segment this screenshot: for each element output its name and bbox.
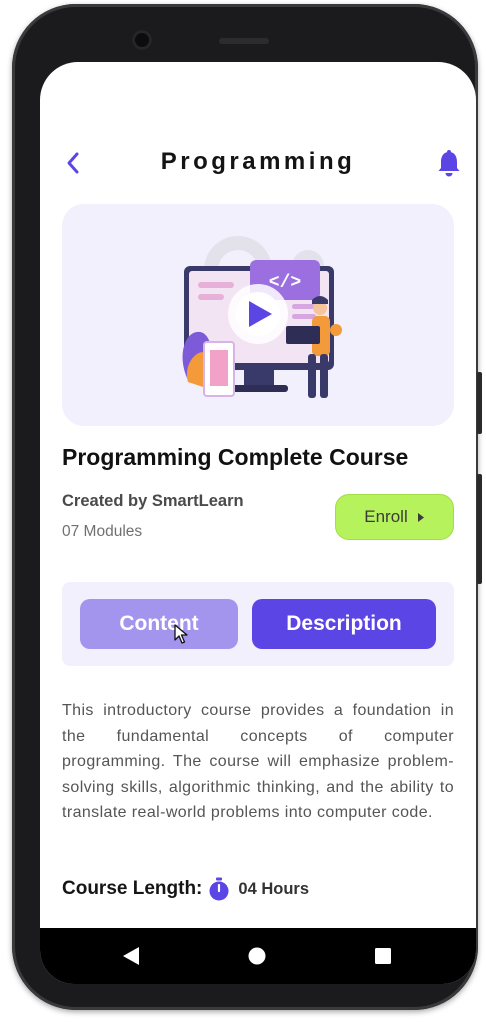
app-screen: Programming </> Programming Complete Cou… [40, 62, 476, 984]
tab-description[interactable]: Description [252, 599, 436, 649]
tab-bar: Content Description [62, 582, 454, 666]
course-length-value: 04 Hours [238, 879, 309, 898]
nav-back-button[interactable] [118, 943, 144, 969]
nav-recents-button[interactable] [370, 943, 396, 969]
nav-home-button[interactable] [244, 943, 270, 969]
system-nav-bar [40, 928, 476, 984]
bell-icon [438, 150, 460, 177]
course-length-label: Course Length: [62, 878, 203, 899]
course-length: Course Length: 04 Hours [62, 874, 309, 904]
enroll-label: Enroll [364, 507, 408, 526]
phone-frame: Programming </> Programming Complete Cou… [12, 4, 482, 1010]
programming-illustration: </> [182, 236, 342, 398]
course-title: Programming Complete Course [62, 444, 409, 470]
back-triangle-icon [123, 947, 139, 965]
enroll-button[interactable]: Enroll [335, 494, 454, 540]
caret-right-icon [417, 512, 424, 522]
home-circle-icon [248, 947, 266, 965]
course-description: This introductory course provides a foun… [62, 702, 454, 822]
course-hero-image: </> [62, 204, 454, 426]
timer-icon [206, 876, 232, 902]
power-button [477, 474, 482, 584]
front-camera [132, 30, 152, 50]
app-header: Programming [40, 142, 476, 182]
earpiece-speaker [219, 38, 269, 44]
recents-square-icon [375, 948, 391, 964]
course-creator: Created by SmartLearn [62, 492, 244, 510]
page-title: Programming [160, 148, 356, 175]
notification-button[interactable] [432, 146, 466, 180]
module-count: 07 Modules [62, 523, 143, 540]
tab-content[interactable]: Content [80, 599, 238, 649]
volume-button [477, 372, 482, 434]
mouse-pointer-icon [174, 624, 188, 644]
